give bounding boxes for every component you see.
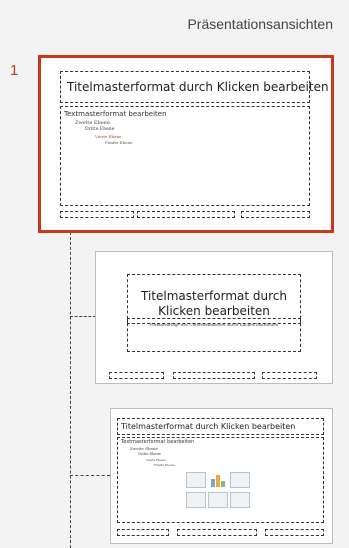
content-layout-thumbnail[interactable]: Titelmasterformat durch Klicken bearbeit…	[110, 408, 333, 544]
layout-title-line-2: Klicken bearbeiten	[158, 304, 270, 318]
layout-title-line-1: Titelmasterformat durch	[141, 289, 287, 303]
date-placeholder	[117, 529, 169, 536]
footer-placeholder	[137, 211, 235, 218]
footer-placeholder	[177, 529, 257, 536]
layout-subtitle: Formatvorlage des Untertitelmasters durc…	[149, 322, 279, 327]
text-placeholder: Textmasterformat bearbeiten Zweite Ebene…	[60, 106, 310, 206]
smartart-icon	[230, 472, 250, 488]
tree-branch	[70, 316, 96, 317]
text-level-5: Fünfte Ebene	[154, 463, 175, 467]
text-level-2: Zweite Ebene	[75, 120, 110, 126]
video-icon	[230, 492, 250, 508]
text-level-3: Dritte Ebene	[138, 452, 161, 456]
date-placeholder	[60, 211, 134, 218]
text-level-4: Vierte Ebene	[146, 458, 166, 462]
text-level-4: Vierte Ebene	[95, 134, 122, 139]
slide-number: 1	[10, 62, 19, 79]
tree-branch	[70, 475, 110, 476]
text-level-5: Fünfte Ebene	[105, 140, 133, 145]
date-placeholder	[109, 372, 164, 379]
slide-master-thumbnail[interactable]: Titelmasterformat durch Klicken bearbeit…	[38, 55, 334, 233]
table-icon	[186, 472, 206, 488]
content-placeholder: Textmasterformat bearbeiten Zweite Ebene…	[117, 437, 324, 523]
master-title: Titelmasterformat durch Klicken bearbeit…	[67, 80, 329, 94]
layout-tree-connector	[70, 232, 71, 548]
text-level-3: Dritte Ebene	[85, 127, 115, 132]
picture-icon	[186, 492, 206, 508]
text-level-2: Zweite Ebene	[130, 446, 158, 451]
title-placeholder: Titelmasterformat durch Klicken bearbeit…	[60, 71, 329, 103]
online-picture-icon	[208, 492, 228, 508]
content-title: Titelmasterformat durch Klicken bearbeit…	[121, 422, 296, 431]
subtitle-placeholder: Formatvorlage des Untertitelmasters durc…	[127, 318, 301, 352]
slide-number-placeholder	[265, 529, 324, 536]
insert-content-icons	[186, 470, 250, 514]
title-layout-thumbnail[interactable]: Titelmasterformat durch Klicken bearbeit…	[95, 251, 333, 384]
text-level-1: Textmasterformat bearbeiten	[121, 439, 195, 445]
pane-header: Präsentationsansichten	[0, 0, 349, 40]
title-placeholder: Titelmasterformat durch Klicken bearbeit…	[127, 274, 301, 324]
pane-title: Präsentationsansichten	[187, 16, 333, 32]
text-level-1: Textmasterformat bearbeiten	[64, 110, 167, 118]
footer-placeholder	[173, 372, 255, 379]
title-placeholder: Titelmasterformat durch Klicken bearbeit…	[117, 418, 324, 435]
chart-icon	[208, 472, 228, 488]
slide-number-placeholder	[241, 211, 310, 218]
slide-number-placeholder	[262, 372, 317, 379]
